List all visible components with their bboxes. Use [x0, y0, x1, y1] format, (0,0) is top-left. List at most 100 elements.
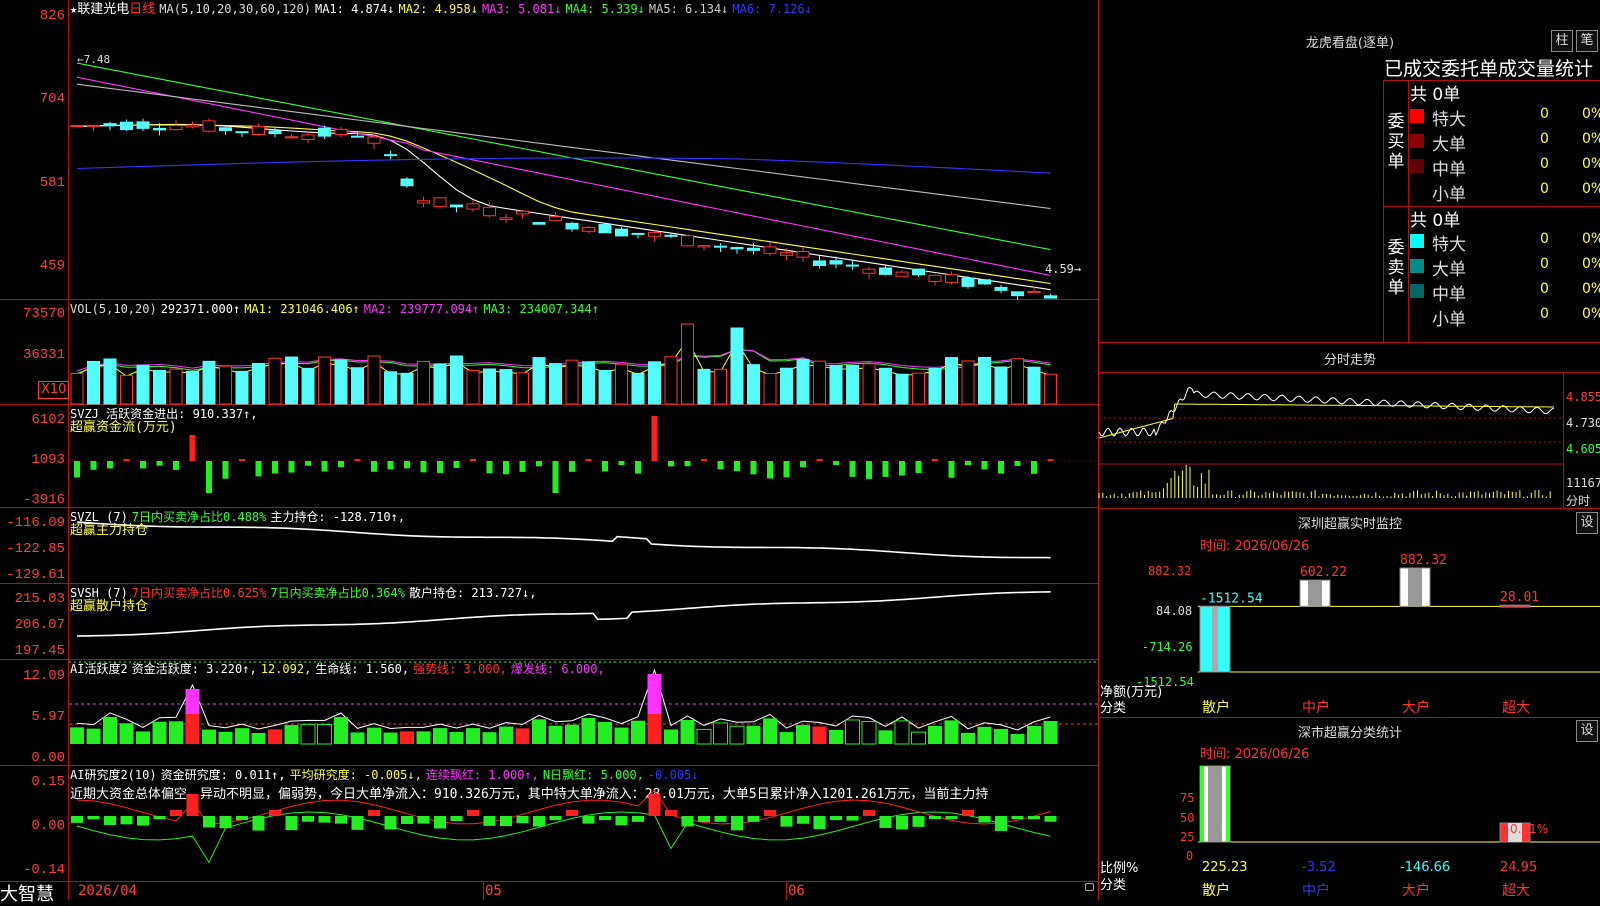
date-start: 2026/04 [78, 883, 138, 899]
candle-down [912, 268, 925, 276]
flow-bar-in [1047, 459, 1054, 461]
vol-bar-up [70, 372, 84, 405]
flow-bar-in [816, 459, 823, 461]
activity-bar [532, 719, 546, 744]
research-bar [896, 816, 908, 830]
svzj-tick: 6102 [31, 412, 65, 428]
buy-row-xl: 特大 0 0% [1410, 104, 1600, 130]
activity-bar [779, 732, 794, 744]
activity-bar [86, 728, 101, 744]
tick-mode-button[interactable]: 笔 [1576, 30, 1598, 52]
activity-bar [696, 728, 712, 745]
candle-up [648, 232, 661, 237]
activity-bar [944, 720, 959, 744]
settings-button[interactable]: 设 [1576, 720, 1598, 742]
row-label: 特大 [1432, 110, 1466, 130]
vol-bar-up [813, 360, 826, 405]
research-bar [846, 816, 859, 821]
category-label: 中户 [1302, 700, 1330, 716]
vol-bar-down [433, 363, 447, 405]
activity-bar [598, 721, 612, 744]
research-bar [582, 816, 595, 824]
vol-bar-down [796, 358, 810, 405]
candle-down [268, 130, 282, 135]
research-bar [450, 816, 463, 822]
lock-icon[interactable] [1085, 883, 1094, 891]
research-bar [879, 816, 892, 828]
class-tick: 75 [1180, 791, 1195, 805]
vol-bar-up [912, 372, 925, 405]
svzl-tick: -129.61 [6, 567, 65, 583]
research-bar [318, 816, 331, 823]
intraday-title: 分时走势 [1323, 353, 1376, 368]
flow-bar-out [140, 461, 146, 469]
stock-name[interactable]: 联建光电 [77, 2, 129, 17]
vol-bar-down [400, 372, 414, 405]
high-price-marker: ←7.48 [77, 53, 111, 66]
legend-swatch [1410, 159, 1424, 173]
research-bar [302, 816, 314, 822]
activity-bar [664, 729, 678, 744]
flow-bar-in [239, 459, 245, 461]
row-label: 中单 [1432, 160, 1466, 180]
activity-bar [1043, 720, 1058, 744]
period-label[interactable]: 日线 [129, 2, 155, 17]
legend-swatch [1410, 284, 1424, 298]
research-bar [335, 816, 347, 824]
category-label: 超大 [1502, 700, 1530, 716]
svzl-tick: -122.85 [6, 541, 65, 557]
vol-bar-down [301, 367, 315, 405]
sell-row-xl: 特大 0 0% [1410, 229, 1600, 255]
flow-bar-out [717, 461, 724, 470]
research-bar [368, 810, 380, 816]
research-bar [104, 816, 116, 825]
candle-down [829, 260, 843, 265]
candlestick-chart[interactable] [69, 18, 1098, 300]
research-bar [797, 816, 809, 824]
research-bar [516, 816, 529, 824]
research-bar [285, 816, 298, 831]
price-tick: 704 [39, 91, 65, 107]
sell-total: 共 0单 [1410, 211, 1461, 231]
activity-bar [300, 723, 316, 745]
candle-down [714, 245, 727, 248]
vol-bar-up [961, 360, 975, 405]
candle-down [615, 228, 628, 237]
bar-mode-button[interactable]: 柱 [1551, 30, 1573, 52]
research-bar [599, 816, 611, 821]
sz-monitor-time: 时间: 2026/06/26 [1200, 539, 1310, 554]
ma2-value: MA2: 4.958↓ [398, 2, 478, 16]
intraday-chart[interactable] [1098, 372, 1563, 508]
row-count: 0 [1540, 181, 1549, 197]
flow-bar-in [585, 459, 592, 461]
vol-bar-down [384, 371, 397, 405]
vol-unit-badge[interactable]: X10 [38, 381, 70, 399]
activity-bar [515, 728, 530, 744]
vol-bar-up [664, 356, 678, 405]
row-label: 中单 [1432, 285, 1466, 305]
vol-bar-down [994, 366, 1008, 405]
flow-bar-out [519, 461, 526, 472]
research-bar [186, 794, 199, 816]
research-bar [269, 810, 281, 816]
vol-bar-down [252, 362, 265, 405]
activity-bar [878, 730, 893, 744]
research-bar [731, 816, 743, 831]
candle-up [186, 124, 199, 128]
vol-bar-down [697, 368, 711, 405]
activity-bar [466, 728, 480, 744]
vol-bar-down [928, 367, 942, 405]
flow-bar-out [998, 461, 1004, 474]
activity-bar [977, 726, 992, 744]
settings-button[interactable]: 设 [1576, 512, 1598, 534]
activity-bar [334, 717, 348, 744]
price-header: ★联建光电日线 MA(5,10,20,30,60,120) MA1: 4.874↓ M… [70, 0, 816, 18]
flow-bar-out [420, 461, 427, 473]
candle-down [565, 222, 579, 230]
activity-bar [994, 728, 1008, 744]
vol-bar-down [582, 361, 595, 405]
dragon-tabs[interactable]: 已成交委托单成交量统计 [1384, 54, 1600, 81]
flow-bar-out [734, 461, 740, 472]
candle-up [945, 274, 958, 283]
research-bar [813, 816, 826, 830]
